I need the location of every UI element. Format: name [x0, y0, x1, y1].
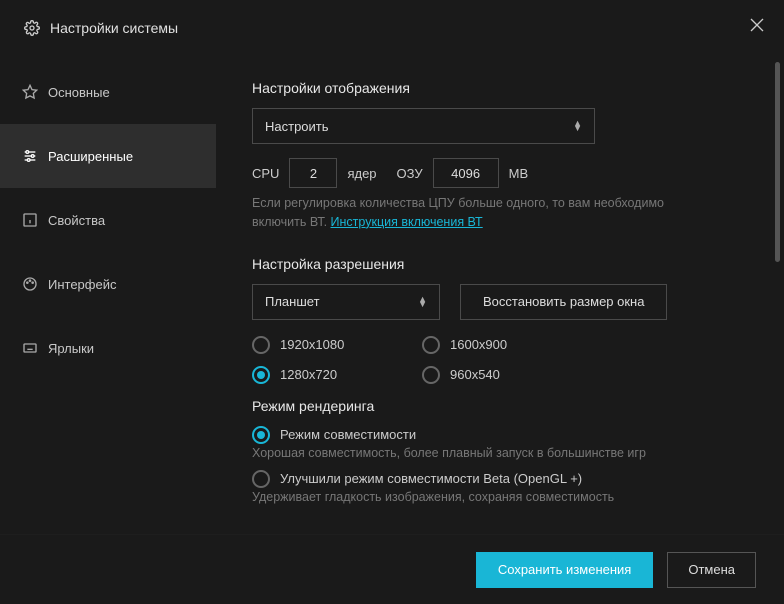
- palette-icon: [22, 276, 48, 292]
- content-panel: Настройки отображения Настроить ▲▼ CPU я…: [216, 56, 784, 534]
- dropdown-value: Настроить: [265, 119, 329, 134]
- radio-icon: [422, 336, 440, 354]
- resolution-option-1600x900[interactable]: 1600x900: [422, 336, 592, 354]
- cores-label: ядер: [347, 166, 376, 181]
- vt-link[interactable]: Инструкция включения ВТ: [331, 215, 483, 229]
- sidebar-item-label: Расширенные: [48, 149, 133, 164]
- restore-window-button[interactable]: Восстановить размер окна: [460, 284, 667, 320]
- render-option-opengl[interactable]: Улучшили режим совместимости Beta (OpenG…: [252, 470, 748, 488]
- render-option-compat[interactable]: Режим совместимости: [252, 426, 748, 444]
- cpu-label: CPU: [252, 166, 279, 181]
- sidebar: Основные Расширенные Свойства Интерфейс …: [0, 56, 216, 534]
- resolution-option-1920x1080[interactable]: 1920x1080: [252, 336, 422, 354]
- resolution-option-960x540[interactable]: 960x540: [422, 366, 592, 384]
- titlebar: Настройки системы: [0, 0, 784, 56]
- radio-icon: [422, 366, 440, 384]
- sidebar-item-shortcuts[interactable]: Ярлыки: [0, 316, 216, 380]
- cpu-input[interactable]: [289, 158, 337, 188]
- sidebar-item-interface[interactable]: Интерфейс: [0, 252, 216, 316]
- info-icon: [22, 212, 48, 228]
- render-hint-1: Хорошая совместимость, более плавный зап…: [252, 446, 748, 460]
- chevron-updown-icon: ▲▼: [573, 121, 582, 131]
- sidebar-item-label: Интерфейс: [48, 277, 116, 292]
- mb-label: MB: [509, 166, 529, 181]
- radio-icon: [252, 426, 270, 444]
- cancel-button[interactable]: Отмена: [667, 552, 756, 588]
- footer: Сохранить изменения Отмена: [0, 534, 784, 604]
- sidebar-item-basic[interactable]: Основные: [0, 60, 216, 124]
- radio-icon: [252, 366, 270, 384]
- resolution-heading: Настройка разрешения: [252, 256, 748, 272]
- keyboard-icon: [22, 340, 48, 356]
- save-button[interactable]: Сохранить изменения: [476, 552, 654, 588]
- cpu-ram-row: CPU ядер ОЗУ MB: [252, 158, 748, 188]
- sidebar-item-advanced[interactable]: Расширенные: [0, 124, 216, 188]
- render-heading: Режим рендеринга: [252, 398, 748, 414]
- sidebar-item-label: Основные: [48, 85, 110, 100]
- scrollbar[interactable]: [775, 62, 780, 262]
- cpu-hint: Если регулировка количества ЦПУ больше о…: [252, 194, 712, 232]
- radio-icon: [252, 470, 270, 488]
- window-title: Настройки системы: [50, 20, 178, 36]
- render-hint-2: Удерживает гладкость изображения, сохран…: [252, 490, 748, 504]
- gear-icon: [24, 20, 40, 36]
- sliders-icon: [22, 148, 48, 164]
- sidebar-item-properties[interactable]: Свойства: [0, 188, 216, 252]
- radio-icon: [252, 336, 270, 354]
- sidebar-item-label: Свойства: [48, 213, 105, 228]
- sidebar-item-label: Ярлыки: [48, 341, 94, 356]
- close-icon[interactable]: [750, 18, 764, 32]
- chevron-updown-icon: ▲▼: [418, 297, 427, 307]
- resolution-option-1280x720[interactable]: 1280x720: [252, 366, 422, 384]
- ram-label: ОЗУ: [397, 166, 423, 181]
- resolution-dropdown[interactable]: Планшет ▲▼: [252, 284, 440, 320]
- display-heading: Настройки отображения: [252, 80, 748, 96]
- star-icon: [22, 84, 48, 100]
- resolution-options: 1920x1080 1600x900 1280x720 960x540: [252, 336, 748, 384]
- display-dropdown[interactable]: Настроить ▲▼: [252, 108, 595, 144]
- dropdown-value: Планшет: [265, 294, 320, 309]
- settings-window: Настройки системы Основные Расширенные С…: [0, 0, 784, 604]
- ram-input[interactable]: [433, 158, 499, 188]
